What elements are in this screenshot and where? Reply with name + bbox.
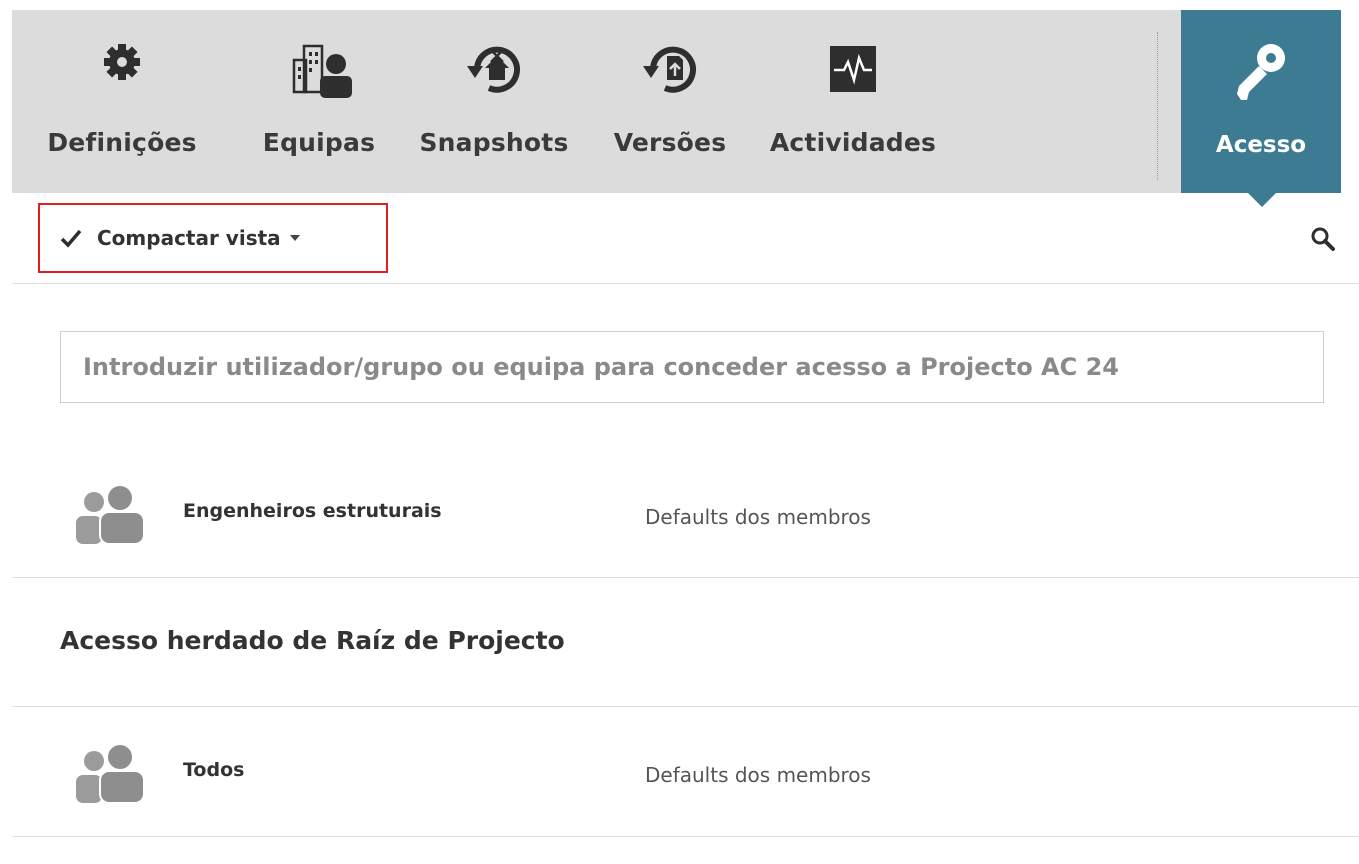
row-divider [12,577,1359,578]
row-divider [12,836,1359,837]
tab-definicoes[interactable]: Definições [47,10,196,193]
group-icon [76,484,145,544]
search-icon[interactable] [1310,226,1336,252]
tab-actividades[interactable]: Actividades [760,10,946,193]
team-building-icon [292,44,352,98]
tab-definicoes-label: Definições [47,128,197,157]
tab-acesso[interactable]: Acesso [1181,10,1341,193]
tab-actividades-label: Actividades [769,128,937,157]
tab-snapshots-label: Snapshots [419,128,569,157]
access-row-permission[interactable]: Defaults dos membros [645,505,871,529]
key-icon [1237,44,1285,100]
tab-acesso-label: Acesso [1215,132,1307,158]
inherited-access-title: Acesso herdado de Raíz de Projecto [60,626,565,655]
snapshot-icon [467,46,520,93]
access-row-name: Engenheiros estruturais [183,500,442,522]
check-icon [60,229,82,248]
tab-equipas[interactable]: Equipas [255,10,383,193]
compact-view-label: Compactar vista [97,226,281,250]
grant-access-input[interactable] [60,331,1324,403]
active-tab-pointer [1248,193,1276,207]
toolbar-separator [1157,32,1158,180]
top-toolbar: Definições Equipas Snapshots Versões Act… [12,10,1341,193]
version-icon [643,46,696,93]
gear-icon [104,44,140,80]
compact-view-toggle[interactable]: Compactar vista [38,203,388,273]
section-divider [12,706,1359,707]
inherited-row-permission[interactable]: Defaults dos membros [645,763,871,787]
tab-versoes-label: Versões [613,128,727,157]
toolbar-divider [12,283,1359,284]
tab-equipas-label: Equipas [262,128,376,157]
chevron-down-icon [289,235,300,241]
tab-snapshots[interactable]: Snapshots [414,10,574,193]
activity-icon [830,46,876,92]
inherited-row-name: Todos [183,759,245,781]
group-icon [76,743,145,803]
tab-versoes[interactable]: Versões [605,10,735,193]
